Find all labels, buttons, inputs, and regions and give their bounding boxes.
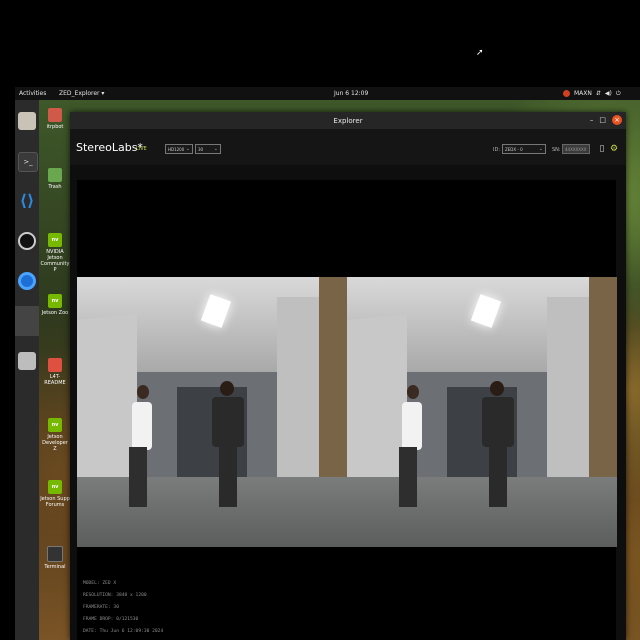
power-icon[interactable]: ⏻ xyxy=(616,90,621,98)
desktop-icon-label: Jetson Zoo xyxy=(41,310,69,316)
app-header: StereoLabs* LIVE HD1200 ⌄ 30 ⌄ ID: ZEDX … xyxy=(70,129,626,165)
person-body xyxy=(402,402,422,450)
chevron-down-icon: ⌄ xyxy=(185,146,190,152)
desktop-icon-label: L4T-README xyxy=(44,374,66,386)
desktop-icon-label: itrpbot xyxy=(46,124,64,130)
desktop-icon-label: NVIDIA Jetson Community P xyxy=(40,249,70,273)
person-head xyxy=(490,381,504,396)
id-label: ID: xyxy=(493,147,501,153)
person-body xyxy=(132,402,152,450)
nvidia-icon: nv xyxy=(48,233,62,247)
person-legs xyxy=(489,445,507,507)
info-frame-drop: FRAME DROP: 0/121530 xyxy=(83,617,139,622)
desktop-icon-jetson-zoo[interactable]: nv Jetson Zoo xyxy=(40,294,70,316)
chevron-down-icon: ⌄ xyxy=(213,146,218,152)
network-icon[interactable]: ⇵ xyxy=(596,90,601,97)
info-model: MODEL: ZED X xyxy=(83,581,117,586)
desktop-icon-label: Trash xyxy=(48,184,62,190)
person-legs xyxy=(399,447,417,507)
nvidia-icon: nv xyxy=(48,418,62,432)
desktop-icon-label: Jetson Developer Z xyxy=(42,434,68,452)
home-folder-icon xyxy=(48,108,62,122)
camera-view: MODEL: ZED X RESOLUTION: 3840 x 1200 FRA… xyxy=(77,180,617,640)
desktop-icon-label: Jetson Supp Forums xyxy=(40,496,70,508)
camera-id-select-value: ZEDX - 0 xyxy=(505,146,523,152)
vscode-icon[interactable]: ⟨⟩ xyxy=(18,192,36,210)
resolution-select-value: HD1200 xyxy=(168,146,185,152)
info-resolution: RESOLUTION: 3840 x 1200 xyxy=(83,593,147,598)
minimize-button[interactable]: – xyxy=(590,116,594,124)
desktop-icon-home[interactable]: itrpbot xyxy=(40,108,70,130)
fps-select[interactable]: 30 ⌄ xyxy=(195,144,221,154)
person-legs xyxy=(129,447,147,507)
scene-wall xyxy=(347,313,407,501)
browser-icon[interactable] xyxy=(18,272,36,290)
top-bar: Activities ZED_Explorer ▾ Jun 6 12:09 MA… xyxy=(15,87,640,100)
scene-wall xyxy=(77,313,137,501)
power-mode-label[interactable]: MAXN xyxy=(574,90,592,97)
brand-logo: StereoLabs* xyxy=(76,141,143,154)
window-titlebar[interactable]: Explorer – □ × xyxy=(70,112,626,129)
chevron-down-icon: ⌄ xyxy=(538,146,543,152)
document-icon xyxy=(48,358,62,372)
clock[interactable]: Jun 6 12:09 xyxy=(334,90,368,97)
window-title: Explorer xyxy=(333,116,363,125)
dock: >_ ⟨⟩ xyxy=(15,100,39,640)
terminal-icon[interactable]: >_ xyxy=(18,152,38,172)
desktop-icon-nvidia-community[interactable]: nv NVIDIA Jetson Community P xyxy=(40,233,70,273)
record-icon[interactable]: ▯ xyxy=(597,143,607,155)
camera-info-panel: MODEL: ZED X RESOLUTION: 3840 x 1200 FRA… xyxy=(83,578,163,638)
desktop-icon-readme[interactable]: L4T-README xyxy=(40,358,70,386)
info-date: DATE: Thu Jun 6 12:09:30 2024 xyxy=(83,629,164,634)
nvidia-icon: nv xyxy=(48,294,62,308)
desktop-icon-terminal[interactable]: Terminal xyxy=(40,546,70,570)
person-body xyxy=(482,397,514,447)
volume-icon[interactable]: ◀) xyxy=(605,90,612,97)
explorer-window: Explorer – □ × StereoLabs* LIVE HD1200 ⌄… xyxy=(70,112,626,640)
nvidia-icon: nv xyxy=(48,480,62,494)
nvidia-icon[interactable] xyxy=(563,90,570,97)
app-menu[interactable]: ZED_Explorer ▾ xyxy=(59,90,104,97)
right-camera-image xyxy=(347,277,617,547)
desktop-icon-label: Terminal xyxy=(44,564,66,570)
obs-icon[interactable] xyxy=(18,232,36,250)
left-camera-image xyxy=(77,277,347,547)
disk-icon[interactable] xyxy=(18,352,36,370)
gear-icon[interactable]: ⚙ xyxy=(609,143,619,155)
camera-id-select[interactable]: ZEDX - 0 ⌄ xyxy=(502,144,546,154)
system-tray[interactable]: MAXN ⇵ ◀) ⏻ xyxy=(563,90,621,98)
info-framerate: FRAMERATE: 30 xyxy=(83,605,119,610)
desktop-icons: itrpbot Trash nv NVIDIA Jetson Community… xyxy=(40,100,70,640)
files-icon[interactable] xyxy=(18,112,36,130)
person-legs xyxy=(219,445,237,507)
fps-select-value: 30 xyxy=(198,146,204,152)
serial-number-field: 44XXXXXX xyxy=(562,144,590,154)
app-icon[interactable] xyxy=(15,306,39,336)
activities-button[interactable]: Activities xyxy=(19,90,46,97)
person-head xyxy=(137,385,149,399)
window-controls: – □ × xyxy=(590,115,622,125)
desktop-icon-trash[interactable]: Trash xyxy=(40,168,70,190)
maximize-button[interactable]: □ xyxy=(599,116,606,124)
mouse-cursor-icon: ➚ xyxy=(476,48,484,58)
person-head xyxy=(220,381,234,396)
person-head xyxy=(407,385,419,399)
person-body xyxy=(212,397,244,447)
close-button[interactable]: × xyxy=(612,115,622,125)
live-badge: LIVE xyxy=(136,146,147,152)
trash-icon xyxy=(48,168,62,182)
sn-label: SN: xyxy=(552,147,561,153)
terminal-icon xyxy=(47,546,63,562)
desktop-icon-jetson-dev[interactable]: nv Jetson Developer Z xyxy=(40,418,70,452)
scene-floor xyxy=(347,477,617,547)
resolution-select[interactable]: HD1200 ⌄ xyxy=(165,144,193,154)
scene-floor xyxy=(77,477,347,547)
desktop-icon-jetson-forums[interactable]: nv Jetson Supp Forums xyxy=(40,480,70,508)
